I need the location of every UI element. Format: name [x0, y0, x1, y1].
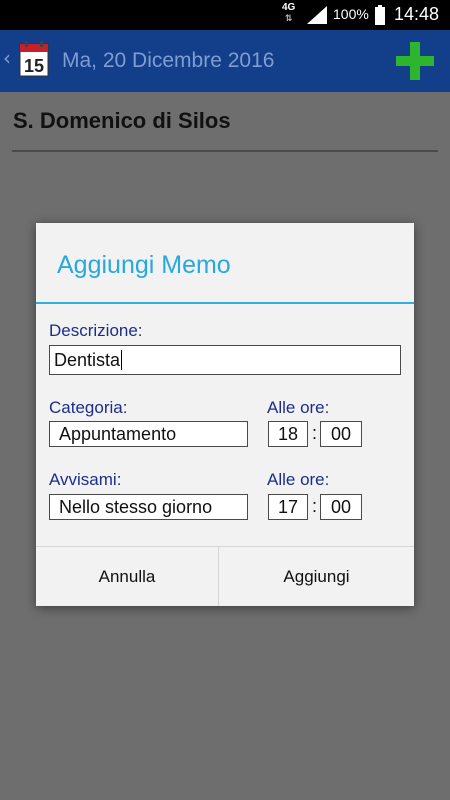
calendar-icon[interactable]: 15	[19, 41, 49, 77]
cancel-button[interactable]: Annulla	[36, 547, 219, 606]
battery-percent: 100%	[333, 6, 369, 22]
plus-icon[interactable]	[395, 41, 435, 81]
add-memo-dialog: Aggiungi Memo Descrizione: Dentista Cate…	[36, 223, 414, 606]
description-label: Descrizione:	[49, 321, 143, 340]
signal-icon	[307, 6, 327, 24]
title-divider	[36, 302, 414, 304]
hour-input-1[interactable]: 18	[268, 421, 308, 447]
dialog-buttons: Annulla Aggiungi	[36, 546, 414, 606]
action-bar: ‹ 15 Ma, 20 Dicembre 2016	[0, 30, 450, 92]
clock: 14:48	[394, 4, 440, 24]
add-button[interactable]: Aggiungi	[219, 547, 414, 606]
category-label: Categoria:	[49, 398, 128, 417]
network-indicator: 4G ⇅	[282, 2, 296, 24]
status-bar: 4G ⇅ 100% 14:48	[0, 0, 450, 30]
chevron-left-icon[interactable]: ‹	[3, 46, 11, 70]
network-type: 4G	[282, 2, 296, 13]
calendar-day: 15	[24, 56, 44, 76]
battery-icon	[375, 5, 385, 25]
data-arrows-icon: ⇅	[284, 13, 293, 23]
remind-label: Avvisami:	[49, 470, 122, 489]
text-cursor	[121, 350, 123, 370]
time-separator-1: :	[312, 423, 318, 443]
current-date: Ma, 20 Dicembre 2016	[62, 49, 275, 72]
time-label-1: Alle ore:	[267, 398, 330, 417]
remind-select[interactable]: Nello stesso giorno	[49, 494, 248, 520]
description-input[interactable]: Dentista	[49, 345, 401, 375]
time-separator-2: :	[312, 496, 318, 516]
description-value: Dentista	[54, 350, 121, 370]
divider	[12, 150, 438, 152]
minute-input-2[interactable]: 00	[320, 494, 362, 520]
category-select[interactable]: Appuntamento	[49, 421, 248, 447]
minute-input-1[interactable]: 00	[320, 421, 362, 447]
time-label-2: Alle ore:	[267, 470, 330, 489]
saint-of-day: S. Domenico di Silos	[13, 108, 231, 133]
dialog-title: Aggiungi Memo	[57, 251, 231, 279]
hour-input-2[interactable]: 17	[268, 494, 308, 520]
